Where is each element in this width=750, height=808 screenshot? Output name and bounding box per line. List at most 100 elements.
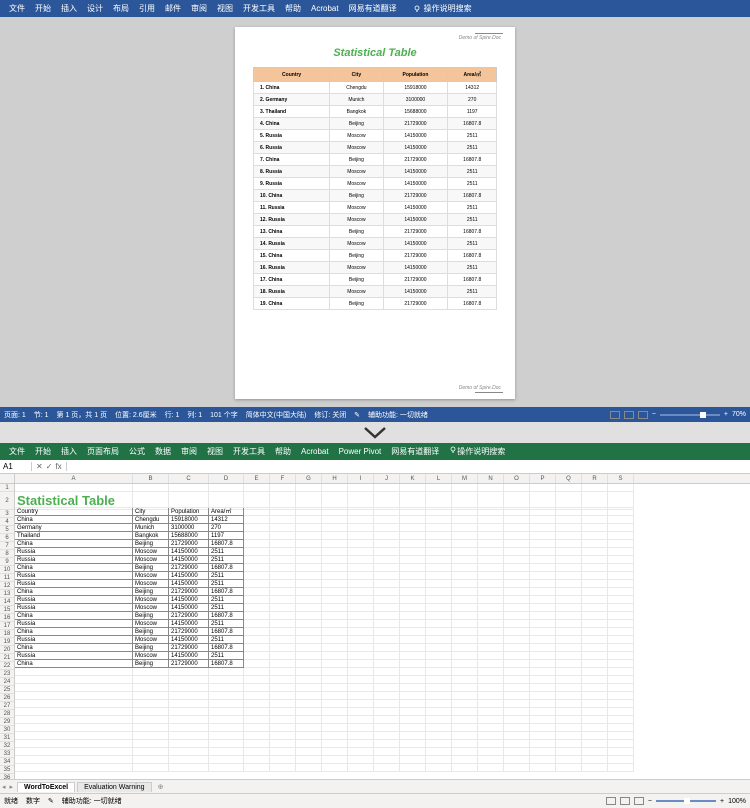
zoom-in-icon[interactable]: + <box>720 798 724 805</box>
cell[interactable] <box>530 676 556 684</box>
cell[interactable]: 2511 <box>209 572 244 580</box>
menu-item[interactable]: 设计 <box>82 3 108 14</box>
cell[interactable]: 14150000 <box>169 652 209 660</box>
cell[interactable] <box>322 676 348 684</box>
cell[interactable] <box>530 716 556 724</box>
cell[interactable] <box>582 524 608 532</box>
cell[interactable]: China <box>15 644 133 652</box>
cell[interactable] <box>322 708 348 716</box>
menu-item[interactable]: 文件 <box>4 3 30 14</box>
cancel-icon[interactable]: ✕ <box>36 462 43 471</box>
cell[interactable] <box>504 604 530 612</box>
cell[interactable] <box>400 548 426 556</box>
cell[interactable] <box>530 620 556 628</box>
row-header[interactable]: 10 <box>0 566 14 574</box>
cell[interactable] <box>400 660 426 668</box>
cell[interactable] <box>270 700 296 708</box>
cell[interactable] <box>556 700 582 708</box>
cell[interactable] <box>348 628 374 636</box>
cell[interactable] <box>582 588 608 596</box>
cell[interactable] <box>374 620 400 628</box>
cell[interactable] <box>348 548 374 556</box>
zoom-value[interactable]: 100% <box>728 798 746 805</box>
cell[interactable] <box>322 532 348 540</box>
cell[interactable] <box>400 700 426 708</box>
cell[interactable] <box>582 652 608 660</box>
cell[interactable] <box>504 748 530 756</box>
cell[interactable] <box>452 500 478 508</box>
cell[interactable] <box>374 588 400 596</box>
cell[interactable] <box>244 596 270 604</box>
cell[interactable] <box>374 660 400 668</box>
cell[interactable]: Beijing <box>133 588 169 596</box>
cell[interactable] <box>244 732 270 740</box>
cell[interactable] <box>452 484 478 492</box>
cell[interactable]: Moscow <box>133 652 169 660</box>
row-header[interactable]: 20 <box>0 646 14 654</box>
row-header[interactable]: 8 <box>0 550 14 558</box>
row-header[interactable]: 4 <box>0 518 14 526</box>
cell[interactable] <box>296 652 322 660</box>
row-header[interactable]: 36 <box>0 774 14 779</box>
cell[interactable] <box>374 572 400 580</box>
cell[interactable] <box>322 556 348 564</box>
cell[interactable] <box>400 692 426 700</box>
cell[interactable] <box>504 716 530 724</box>
cell[interactable] <box>348 508 374 516</box>
menu-item[interactable]: 帮助 <box>280 3 306 14</box>
cell[interactable] <box>608 572 634 580</box>
cell[interactable] <box>133 692 169 700</box>
cell[interactable] <box>133 484 169 492</box>
cell[interactable] <box>556 716 582 724</box>
cell[interactable] <box>608 580 634 588</box>
menu-item[interactable]: 文件 <box>4 446 30 457</box>
cell[interactable] <box>608 740 634 748</box>
cell[interactable] <box>209 684 244 692</box>
cell[interactable] <box>169 724 209 732</box>
cell[interactable] <box>530 700 556 708</box>
cell[interactable]: 2511 <box>209 596 244 604</box>
cell[interactable] <box>426 524 452 532</box>
cell[interactable] <box>169 756 209 764</box>
cell[interactable] <box>322 668 348 676</box>
cell[interactable] <box>530 516 556 524</box>
row-header[interactable]: 12 <box>0 582 14 590</box>
cell[interactable] <box>169 740 209 748</box>
cell[interactable] <box>270 652 296 660</box>
cell[interactable] <box>452 660 478 668</box>
cell[interactable] <box>400 628 426 636</box>
cell[interactable] <box>426 700 452 708</box>
cell[interactable] <box>452 604 478 612</box>
cell[interactable]: Beijing <box>133 564 169 572</box>
cell[interactable] <box>400 652 426 660</box>
cell[interactable] <box>426 612 452 620</box>
cell[interactable]: 21729000 <box>169 628 209 636</box>
col-header[interactable]: J <box>374 474 400 483</box>
row-header[interactable]: 3 <box>0 510 14 518</box>
cell[interactable] <box>530 628 556 636</box>
cell[interactable] <box>504 676 530 684</box>
cell[interactable] <box>348 556 374 564</box>
cell[interactable] <box>504 524 530 532</box>
cell[interactable] <box>15 500 133 508</box>
cell[interactable]: Country <box>15 508 133 516</box>
cell[interactable]: Moscow <box>133 604 169 612</box>
cell[interactable] <box>209 764 244 772</box>
cell[interactable] <box>270 708 296 716</box>
cell[interactable]: 14150000 <box>169 620 209 628</box>
cell[interactable] <box>322 540 348 548</box>
cell[interactable] <box>530 692 556 700</box>
cell[interactable] <box>15 708 133 716</box>
row-header[interactable]: 29 <box>0 718 14 726</box>
cell[interactable] <box>270 628 296 636</box>
cell[interactable] <box>608 724 634 732</box>
cell[interactable] <box>504 732 530 740</box>
cell[interactable] <box>582 620 608 628</box>
cell[interactable] <box>400 636 426 644</box>
cell[interactable] <box>504 540 530 548</box>
cell[interactable] <box>15 732 133 740</box>
cell[interactable] <box>296 500 322 508</box>
cell[interactable] <box>322 700 348 708</box>
cell[interactable] <box>478 524 504 532</box>
cell[interactable] <box>322 548 348 556</box>
